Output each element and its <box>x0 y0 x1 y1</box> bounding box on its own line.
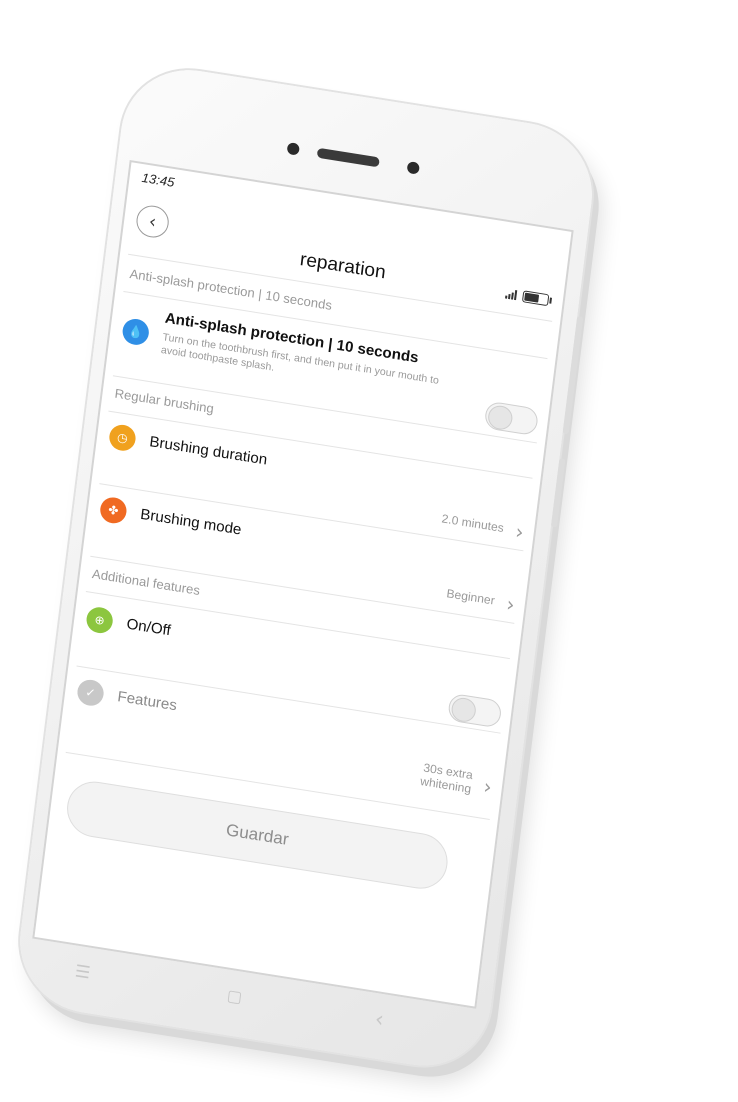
row-value: 2.0 minutes <box>440 511 505 536</box>
onoff-toggle[interactable] <box>447 692 503 729</box>
power-button <box>550 458 566 528</box>
toggle-knob <box>450 696 478 724</box>
anti-splash-toggle[interactable] <box>483 400 540 437</box>
row-value: 30s extra whitening <box>420 760 474 796</box>
chevron-right-icon[interactable]: › <box>514 519 525 544</box>
app-screen: 13:45 ‹ reparation Anti-splash protectio… <box>32 159 574 1009</box>
grid-icon: ✤ <box>98 495 128 526</box>
section-label-regular: Regular brushing <box>113 385 215 417</box>
save-button[interactable]: Guardar <box>63 777 451 893</box>
status-time: 13:45 <box>140 170 176 190</box>
water-drop-icon: 💧 <box>121 317 151 347</box>
chevron-right-icon[interactable]: › <box>505 592 516 617</box>
page-title: reparation <box>298 249 387 284</box>
menu-icon[interactable]: ☰ <box>74 961 92 983</box>
clock-icon: ◷ <box>107 423 138 453</box>
front-camera <box>406 161 421 175</box>
proximity-sensor <box>286 142 301 156</box>
chevron-right-icon[interactable]: › <box>482 774 493 799</box>
phone-frame: 13:45 ‹ reparation Anti-splash protectio… <box>12 60 600 1076</box>
volume-button <box>562 315 584 435</box>
plus-icon: ⊕ <box>85 605 115 635</box>
row-title: On/Off <box>125 615 172 640</box>
earpiece-speaker <box>316 147 380 168</box>
row-title: Brushing duration <box>148 433 269 469</box>
setting-row-anti-splash: 💧 Anti-splash protection | 10 seconds Tu… <box>106 298 555 437</box>
row-value: Beginner <box>445 586 496 608</box>
home-icon[interactable]: ▢ <box>226 986 243 1007</box>
row-title: Brushing mode <box>139 505 243 539</box>
check-circle-icon: ✓ <box>75 677 106 708</box>
row-title: Features <box>116 688 178 715</box>
back-arrow-icon[interactable]: ‹ <box>373 1007 385 1033</box>
toggle-knob <box>486 403 514 432</box>
